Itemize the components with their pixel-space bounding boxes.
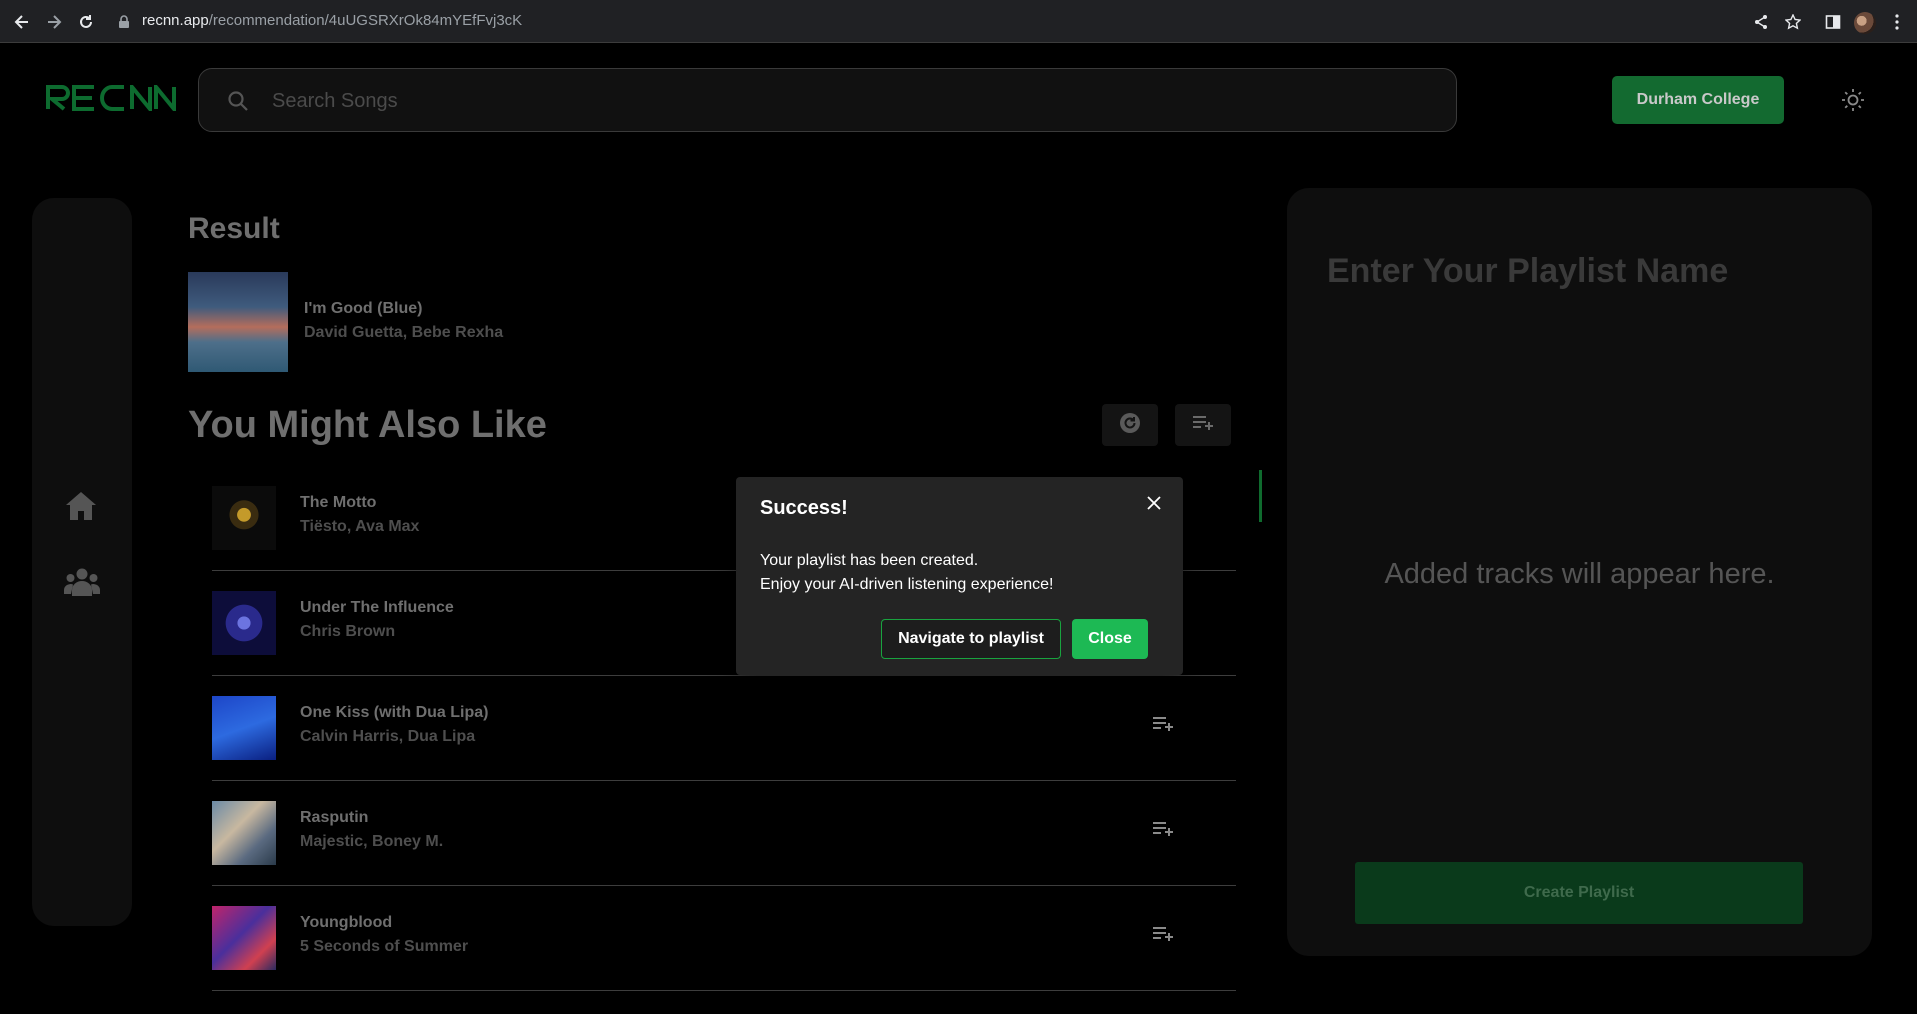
navigate-to-playlist-button[interactable]: Navigate to playlist xyxy=(881,619,1061,659)
track-artist: Chris Brown xyxy=(300,623,396,640)
track-row[interactable]: One Kiss (with Dua Lipa) Calvin Harris, … xyxy=(212,676,1236,781)
track-artist: Calvin Harris, Dua Lipa xyxy=(300,728,476,745)
success-dialog: Success! Your playlist has been created.… xyxy=(736,477,1183,675)
add-to-playlist-icon[interactable] xyxy=(1152,821,1174,842)
address-bar[interactable]: recnn.app/recommendation/4uUGSRXrOk84mYE… xyxy=(142,12,522,29)
refresh-button[interactable] xyxy=(1102,404,1158,446)
sidebar xyxy=(32,198,132,926)
track-row[interactable]: Rasputin Majestic, Boney M. xyxy=(212,781,1236,886)
theme-toggle-sun-icon[interactable] xyxy=(1841,88,1865,117)
album-art xyxy=(212,486,276,550)
search-icon xyxy=(227,90,249,117)
dialog-message: Your playlist has been created. Enjoy yo… xyxy=(760,549,1054,597)
album-art xyxy=(212,696,276,760)
result-artist: David Guetta, Bebe Rexha xyxy=(304,324,504,341)
result-heading: Result xyxy=(188,212,280,245)
album-art xyxy=(212,801,276,865)
playlist-add-icon xyxy=(1192,415,1214,436)
search-input[interactable]: Search Songs xyxy=(272,90,398,113)
browser-toolbar: recnn.app/recommendation/4uUGSRXrOk84mYE… xyxy=(0,0,1917,43)
track-title: One Kiss (with Dua Lipa) xyxy=(300,704,489,721)
track-artist: Tiësto, Ava Max xyxy=(300,518,420,535)
lock-icon xyxy=(118,15,130,29)
add-all-button[interactable] xyxy=(1175,404,1231,446)
add-to-playlist-icon[interactable] xyxy=(1152,716,1174,737)
star-icon[interactable] xyxy=(1782,11,1804,33)
forward-icon[interactable] xyxy=(42,10,66,34)
share-icon[interactable] xyxy=(1750,11,1772,33)
close-icon[interactable] xyxy=(1144,493,1164,513)
dialog-message-line: Your playlist has been created. xyxy=(760,552,979,569)
track-title: Under The Influence xyxy=(300,599,454,616)
track-title: Youngblood xyxy=(300,914,393,931)
track-row[interactable]: Youngblood 5 Seconds of Summer xyxy=(212,886,1236,991)
playlist-empty-message: Added tracks will appear here. xyxy=(1384,558,1775,590)
side-panel-icon[interactable] xyxy=(1822,11,1844,33)
close-button[interactable]: Close xyxy=(1072,619,1148,659)
search-bar[interactable]: Search Songs xyxy=(198,68,1457,132)
reload-icon[interactable] xyxy=(74,10,98,34)
track-artist: 5 Seconds of Summer xyxy=(300,938,469,955)
back-icon[interactable] xyxy=(10,10,34,34)
create-playlist-button[interactable]: Create Playlist xyxy=(1355,862,1803,924)
recnn-logo[interactable] xyxy=(46,81,176,117)
scrollbar-thumb[interactable] xyxy=(1259,470,1262,522)
album-art xyxy=(188,272,288,372)
track-artist: Majestic, Boney M. xyxy=(300,833,444,850)
album-art xyxy=(212,906,276,970)
community-icon[interactable] xyxy=(64,566,100,603)
profile-avatar[interactable] xyxy=(1854,12,1876,34)
playlist-name-input[interactable]: Enter Your Playlist Name xyxy=(1327,252,1728,291)
result-song-title: I'm Good (Blue) xyxy=(304,300,423,317)
track-title: The Motto xyxy=(300,494,377,511)
track-title: Rasputin xyxy=(300,809,369,826)
dialog-title: Success! xyxy=(760,497,848,519)
dialog-message-line: Enjoy your AI-driven listening experienc… xyxy=(760,576,1054,593)
home-icon[interactable] xyxy=(64,490,98,527)
refresh-icon xyxy=(1119,412,1141,439)
more-menu-icon[interactable] xyxy=(1886,11,1908,33)
album-art xyxy=(212,591,276,655)
add-to-playlist-icon[interactable] xyxy=(1152,926,1174,947)
playlist-panel: Enter Your Playlist Name Added tracks wi… xyxy=(1287,188,1872,956)
app-root: Search Songs Durham College Result I'm G… xyxy=(0,44,1917,1014)
recommendations-heading: You Might Also Like xyxy=(188,404,547,446)
account-button[interactable]: Durham College xyxy=(1612,76,1784,124)
